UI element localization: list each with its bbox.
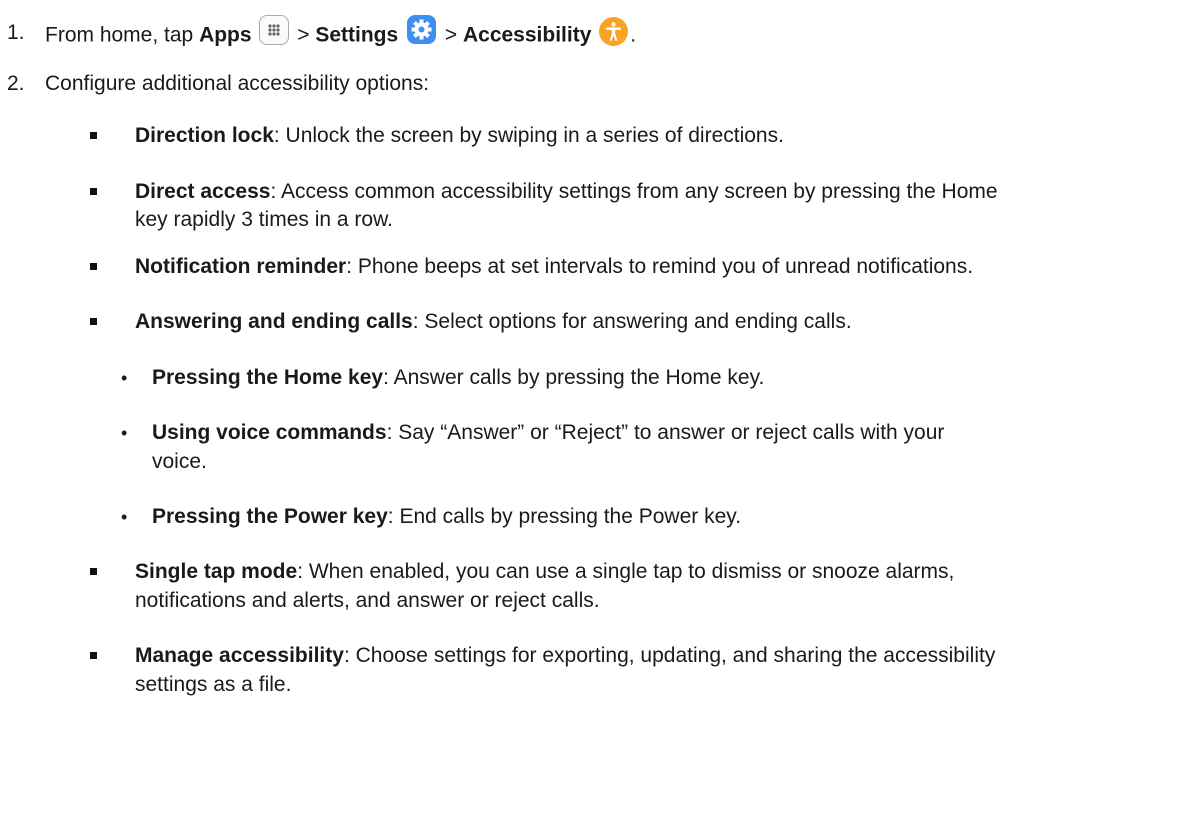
settings-gear-icon [407, 14, 437, 44]
apps-grid-icon [259, 15, 290, 45]
option-term: Notification reminder [135, 255, 347, 278]
bullet [90, 318, 97, 325]
option-term: Direction lock [135, 124, 274, 147]
bullet [90, 132, 97, 139]
step-2-text: Configure additional accessibility optio… [45, 72, 430, 95]
option-single-tap-mode-cont: notifications and alerts, and answer or … [135, 589, 600, 612]
suboption-term: Pressing the Home key [152, 366, 384, 389]
step-number: 1. [7, 21, 25, 44]
option-term: Manage accessibility [135, 644, 344, 667]
option-term: Answering and ending calls [135, 310, 413, 333]
suboption-term: Pressing the Power key [152, 505, 388, 528]
option-notification-reminder: Notification reminder: Phone beeps at se… [135, 255, 974, 278]
suboption-term: Using voice commands [152, 421, 387, 444]
option-direct-access-cont: key rapidly 3 times in a row. [135, 208, 393, 231]
sub-bullet: • [121, 368, 128, 388]
step-1-text: From home, tap Apps > Settings > Accessi… [45, 14, 636, 51]
option-direction-lock: Direction lock: Unlock the screen by swi… [135, 124, 784, 147]
bullet [90, 652, 97, 659]
option-term: Direct access [135, 180, 271, 203]
bullet [90, 263, 97, 270]
bullet [90, 568, 97, 575]
suboption-home-key: Pressing the Home key: Answer calls by p… [152, 366, 765, 389]
accessibility-label: Accessibility [462, 23, 592, 47]
accessibility-person-icon [599, 16, 629, 46]
suboption-voice-commands-cont: voice. [152, 450, 207, 473]
option-manage-accessibility: Manage accessibility: Choose settings fo… [135, 644, 996, 667]
suboption-power-key: Pressing the Power key: End calls by pre… [152, 505, 742, 528]
settings-label: Settings [315, 23, 399, 47]
step-number: 2. [7, 72, 25, 95]
apps-label: Apps [199, 23, 252, 47]
option-answering-calls: Answering and ending calls: Select optio… [135, 310, 852, 333]
sub-bullet: • [121, 423, 128, 443]
bullet [90, 188, 97, 195]
option-manage-accessibility-cont: settings as a file. [135, 673, 292, 696]
sub-bullet: • [121, 507, 128, 527]
option-direct-access: Direct access: Access common accessibili… [135, 180, 998, 203]
suboption-voice-commands: Using voice commands: Say “Answer” or “R… [152, 421, 945, 444]
option-single-tap-mode: Single tap mode: When enabled, you can u… [135, 560, 955, 583]
option-term: Single tap mode [135, 560, 298, 583]
